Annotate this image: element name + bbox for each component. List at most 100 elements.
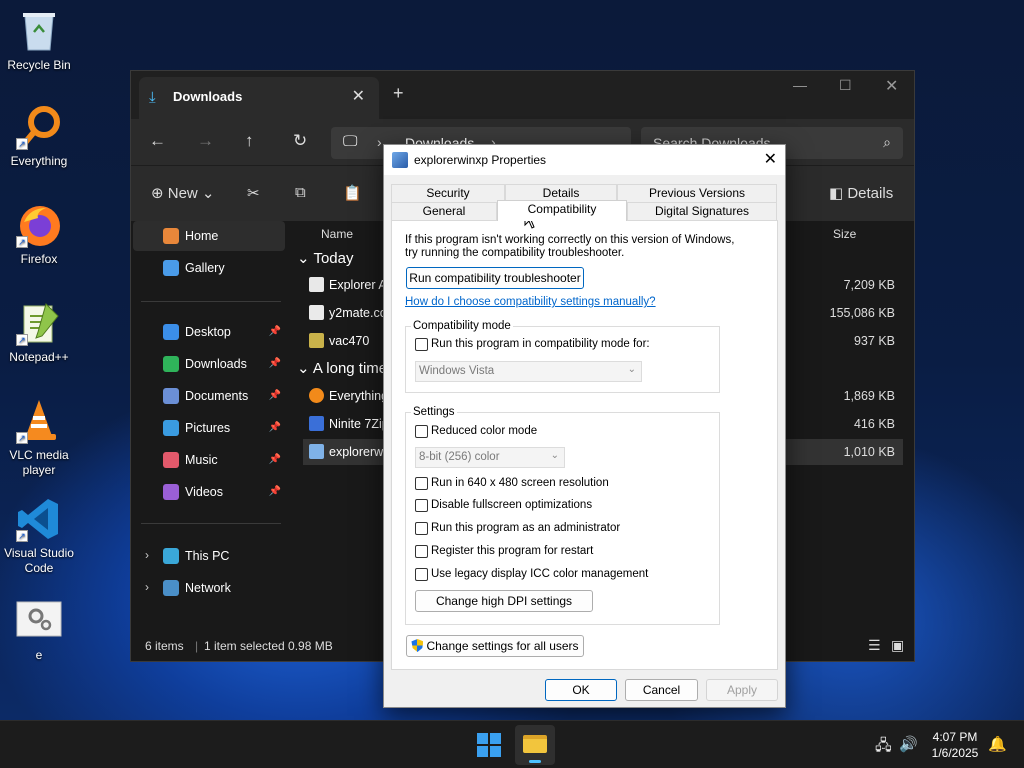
change-dpi-button[interactable]: Change high DPI settings bbox=[415, 590, 593, 612]
pin-icon[interactable]: 📌 bbox=[269, 422, 281, 433]
desktop-icon-everything[interactable]: ↗ Everything bbox=[0, 104, 78, 169]
chevron-right-icon[interactable]: › bbox=[145, 548, 149, 562]
desktop-icon-recycle-bin[interactable]: Recycle Bin bbox=[0, 8, 78, 73]
disable-fullscreen-opt-checkbox[interactable] bbox=[415, 499, 428, 512]
tiles-view-icon[interactable]: ▣ bbox=[891, 637, 904, 654]
apply-button[interactable]: Apply bbox=[706, 679, 778, 701]
run-troubleshooter-button[interactable]: Run compatibility troubleshooter bbox=[406, 267, 584, 289]
taskbar-clock[interactable]: 4:07 PM 1/6/2025 bbox=[920, 729, 990, 761]
sidebar-item-network[interactable]: › Network bbox=[133, 573, 285, 603]
forward-arrow-icon[interactable]: → bbox=[197, 131, 214, 151]
music-folder-icon bbox=[163, 452, 179, 468]
ok-button[interactable]: OK bbox=[545, 679, 617, 701]
register-restart-checkbox[interactable] bbox=[415, 545, 428, 558]
compatibility-mode-group bbox=[405, 326, 720, 393]
pin-icon[interactable]: 📌 bbox=[269, 486, 281, 497]
pin-icon[interactable]: 📌 bbox=[269, 454, 281, 465]
file-size: 416 KB bbox=[853, 417, 895, 431]
cancel-button[interactable]: Cancel bbox=[625, 679, 698, 701]
desktop-icon-firefox[interactable]: ↗ Firefox bbox=[0, 202, 78, 267]
column-header-name[interactable]: Name bbox=[321, 227, 353, 241]
close-icon[interactable]: ✕ bbox=[764, 149, 777, 169]
taskbar-file-explorer[interactable] bbox=[515, 725, 555, 765]
sidebar-item-desktop[interactable]: Desktop 📌 bbox=[133, 317, 285, 347]
compat-mode-checkbox[interactable] bbox=[415, 338, 428, 351]
minimize-icon[interactable]: — bbox=[793, 77, 807, 93]
sidebar-item-pictures[interactable]: Pictures 📌 bbox=[133, 413, 285, 443]
close-tab-icon[interactable]: ✕ bbox=[352, 86, 365, 106]
tab-security[interactable]: Security bbox=[391, 184, 505, 202]
desktop-icon-label: Recycle Bin bbox=[7, 58, 71, 72]
sidebar-item-this-pc[interactable]: › This PC bbox=[133, 541, 285, 571]
tab-general[interactable]: General bbox=[391, 202, 497, 220]
cut-icon[interactable]: ✂ bbox=[247, 184, 260, 202]
tab-label: Compatibility bbox=[527, 202, 597, 216]
column-header-size[interactable]: Size bbox=[833, 227, 856, 241]
file-name: y2mate.co bbox=[329, 306, 387, 320]
notepad-plus-plus-icon: ↗ bbox=[16, 300, 62, 346]
disable-fullscreen-opt-label: Disable fullscreen optimizations bbox=[431, 499, 593, 511]
sidebar-item-label: Network bbox=[185, 581, 231, 595]
chevron-right-icon[interactable]: › bbox=[145, 580, 149, 594]
group-header-today[interactable]: ⌄ Today bbox=[297, 249, 354, 267]
computer-icon bbox=[163, 548, 179, 564]
os-select[interactable]: Windows Vista ⌄ bbox=[415, 361, 642, 382]
sidebar-item-gallery[interactable]: Gallery bbox=[133, 253, 285, 283]
details-view-icon[interactable]: ☰ bbox=[868, 637, 881, 654]
up-arrow-icon[interactable]: ↑ bbox=[245, 131, 254, 151]
compatibility-help-link[interactable]: How do I choose compatibility settings m… bbox=[405, 296, 656, 308]
compat-mode-label: Run this program in compatibility mode f… bbox=[431, 338, 650, 350]
sidebar-item-videos[interactable]: Videos 📌 bbox=[133, 477, 285, 507]
tab-digital-signatures[interactable]: Digital Signatures bbox=[627, 202, 777, 220]
notification-bell-icon[interactable]: 🔔 bbox=[988, 735, 1007, 753]
firefox-icon: ↗ bbox=[16, 202, 62, 248]
paste-icon[interactable]: 📋 bbox=[343, 184, 362, 202]
sidebar-item-home[interactable]: Home bbox=[133, 221, 285, 251]
legacy-icc-checkbox[interactable] bbox=[415, 568, 428, 581]
change-all-users-button[interactable]: Change settings for all users bbox=[406, 635, 584, 657]
chevron-down-icon: ⌄ bbox=[627, 364, 636, 375]
documents-folder-icon bbox=[163, 388, 179, 404]
sidebar-item-label: Desktop bbox=[185, 325, 231, 339]
vlc-icon: ↗ bbox=[16, 398, 62, 444]
new-button[interactable]: ⊕ New ⌄ bbox=[151, 184, 215, 202]
desktop-icon-vscode[interactable]: ↗ Visual Studio Code bbox=[0, 496, 78, 576]
volume-icon[interactable]: 🔊 bbox=[899, 735, 918, 753]
new-tab-icon[interactable]: + bbox=[393, 83, 404, 104]
pin-icon[interactable]: 📌 bbox=[269, 358, 281, 369]
group-header-long-ago[interactable]: ⌄ A long time bbox=[297, 359, 387, 377]
desktop-icon-vlc[interactable]: ↗ VLC media player bbox=[0, 398, 78, 478]
program-icon bbox=[392, 152, 408, 168]
desktop-icon-label: Visual Studio Code bbox=[4, 546, 74, 575]
network-tray-icon[interactable]: 🖧 bbox=[875, 735, 892, 760]
copy-icon[interactable]: ⧉ bbox=[295, 184, 306, 201]
refresh-icon[interactable]: ↻ bbox=[293, 131, 307, 151]
maximize-icon[interactable]: ☐ bbox=[839, 77, 852, 94]
sidebar-item-documents[interactable]: Documents 📌 bbox=[133, 381, 285, 411]
sidebar-item-downloads[interactable]: Downloads 📌 bbox=[133, 349, 285, 379]
vscode-icon: ↗ bbox=[16, 496, 62, 542]
back-arrow-icon[interactable]: ← bbox=[149, 131, 166, 151]
resolution-640-checkbox[interactable] bbox=[415, 477, 428, 490]
sidebar-item-music[interactable]: Music 📌 bbox=[133, 445, 285, 475]
reduced-color-checkbox[interactable] bbox=[415, 425, 428, 438]
desktop-icon-label: e bbox=[35, 648, 43, 662]
status-selection: 1 item selected 0.98 MB bbox=[204, 639, 333, 653]
file-size: 937 KB bbox=[853, 334, 895, 348]
color-depth-select[interactable]: 8-bit (256) color ⌄ bbox=[415, 447, 565, 468]
desktop-icon-e[interactable]: e bbox=[0, 598, 78, 663]
status-item-count: 6 items bbox=[145, 639, 184, 653]
pin-icon[interactable]: 📌 bbox=[269, 326, 281, 337]
pin-icon[interactable]: 📌 bbox=[269, 390, 281, 401]
run-as-admin-checkbox[interactable] bbox=[415, 522, 428, 535]
chevron-right-icon[interactable]: › bbox=[377, 134, 382, 150]
details-pane-button[interactable]: ◧ Details bbox=[829, 184, 893, 202]
tab-label: General bbox=[422, 204, 466, 218]
close-window-icon[interactable]: ✕ bbox=[885, 76, 898, 96]
sidebar-item-label: Pictures bbox=[185, 421, 231, 435]
start-button[interactable] bbox=[477, 733, 503, 759]
tab-previous-versions[interactable]: Previous Versions bbox=[617, 184, 777, 202]
tab-compatibility[interactable]: Compatibility bbox=[497, 200, 627, 221]
desktop-icon-notepad-plus-plus[interactable]: ↗ Notepad++ bbox=[0, 300, 78, 365]
tab-downloads[interactable]: ⤓ Downloads ✕ bbox=[139, 77, 379, 119]
